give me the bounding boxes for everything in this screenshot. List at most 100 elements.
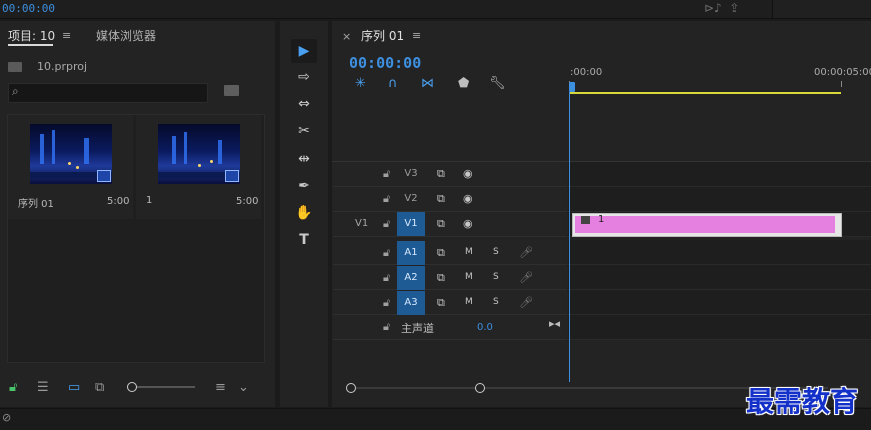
nest-toggle-icon[interactable]: ✳ [355,76,366,91]
lock-icon[interactable]: 🔓︎ [383,320,390,334]
track-lane-a3[interactable] [568,290,871,315]
master-volume-value[interactable]: 0.0 [477,322,493,333]
watermark: 最需教育 [746,385,859,418]
eye-icon[interactable]: ◉ [463,192,473,205]
track-name[interactable]: V1 [397,212,425,236]
search-input[interactable] [8,83,208,103]
new-bin-icon[interactable] [224,85,239,96]
lock-icon[interactable]: 🔓︎ [383,167,390,181]
track-name[interactable]: A2 [397,266,425,290]
playhead-handle[interactable] [569,82,575,92]
track-header-master [333,315,567,340]
tab-project-underline [8,44,53,46]
playhead-line[interactable] [569,92,570,382]
status-bar [0,408,871,430]
lock-icon[interactable]: 🔓︎ [9,380,17,395]
solo-button[interactable]: S [493,272,499,282]
close-icon[interactable]: × [342,30,351,43]
selection-tool-icon[interactable]: ▶ [293,41,315,61]
fx-badge-icon [581,216,590,224]
item-name: 1 [146,195,153,206]
mute-button[interactable]: M [465,297,473,307]
slip-tool-icon[interactable]: ⇹ [293,149,315,169]
solo-button[interactable]: S [493,247,499,257]
timeline-clip-body[interactable] [575,216,835,233]
pen-tool-icon[interactable]: ✒ [293,176,315,196]
clip-badge-icon [225,170,239,182]
search-icon: ⌕ [12,84,19,98]
sync-lock-icon[interactable]: ⧉ [437,192,445,206]
folder-icon [8,62,22,72]
item-duration: 5:00 [236,196,259,207]
sync-lock-icon[interactable]: ⧉ [437,246,445,260]
status-icon: ⊘ [2,411,12,424]
top-timecode: 00:00:00 [2,2,55,15]
hand-tool-icon[interactable]: ✋ [293,203,315,223]
sequence-menu-icon[interactable]: ≡ [412,29,421,42]
track-select-tool-icon[interactable]: ⇨ [293,67,315,87]
track-header-v3 [333,162,567,187]
track-name[interactable]: V2 [397,187,425,211]
lock-icon[interactable]: 🔓︎ [383,296,390,310]
sequence-thumbnail[interactable] [30,124,112,184]
timeline-timecode[interactable]: 00:00:00 [349,54,421,72]
tab-menu-icon[interactable]: ≡ [62,29,71,42]
eye-icon[interactable]: ◉ [463,167,473,180]
razor-tool-icon[interactable]: ✂ [293,121,315,141]
chevron-down-icon[interactable]: ⌄ [238,380,249,395]
track-name[interactable]: V3 [397,162,425,186]
top-toolbar-icons[interactable]: ⊳♪ ⇪ [704,1,739,15]
top-strip [0,0,871,19]
track-name[interactable]: A3 [397,291,425,315]
microphone-icon[interactable]: 🎤︎ [519,296,533,309]
ripple-edit-tool-icon[interactable]: ⇔ [293,94,315,114]
track-lane-a2[interactable] [568,265,871,290]
tab-sequence[interactable]: 序列 01 [361,27,404,44]
sort-icon[interactable]: ≡ [215,380,226,395]
item-duration: 5:00 [107,196,130,207]
lock-icon[interactable]: 🔓︎ [383,246,390,260]
zoom-slider-track[interactable] [131,386,195,388]
ruler-start-label: :00:00 [570,67,603,78]
add-marker-icon[interactable]: ⬟ [458,76,469,91]
type-tool-icon[interactable]: T [293,230,315,250]
linked-selection-icon[interactable]: ⋈ [421,76,434,91]
lock-icon[interactable]: 🔓︎ [383,192,390,206]
eye-icon[interactable]: ◉ [463,217,473,230]
lock-icon[interactable]: 🔓︎ [383,271,390,285]
icon-view-icon[interactable]: ▭ [68,380,80,395]
track-lane-v3[interactable] [568,162,871,187]
solo-button[interactable]: S [493,297,499,307]
list-view-icon[interactable]: ☰ [37,380,49,395]
tab-media-browser[interactable]: 媒体浏览器 [96,27,156,44]
scrollbar-end-handle[interactable] [475,383,485,393]
microphone-icon[interactable]: 🎤︎ [519,271,533,284]
zoom-slider-knob[interactable] [127,382,137,392]
sync-lock-icon[interactable]: ⧉ [437,167,445,181]
sync-lock-icon[interactable]: ⧉ [437,217,445,231]
track-name[interactable]: A1 [397,241,425,265]
snap-magnet-icon[interactable]: ∩ [388,76,398,91]
microphone-icon[interactable]: 🎤︎ [519,246,533,259]
track-lane-v2[interactable] [568,187,871,212]
work-area-bar[interactable] [569,92,841,94]
ruler-tick [841,81,842,87]
lock-icon[interactable]: 🔓︎ [383,217,390,231]
mute-button[interactable]: M [465,272,473,282]
sync-lock-icon[interactable]: ⧉ [437,271,445,285]
clip-thumbnail[interactable] [158,124,240,184]
top-right-panel [772,0,871,18]
tab-project[interactable]: 项目: 10 [8,27,55,44]
master-track-label: 主声道 [401,322,434,335]
wrench-icon[interactable]: 🔧︎ [489,76,506,91]
track-lane-master[interactable] [568,315,871,340]
mute-button[interactable]: M [465,247,473,257]
source-patch-v1[interactable]: V1 [355,218,368,229]
sync-lock-icon[interactable]: ⧉ [437,296,445,310]
scrollbar-start-handle[interactable] [346,383,356,393]
project-file-name: 10.prproj [37,60,88,73]
go-to-edit-point-icon[interactable]: ▸◂ [549,317,560,330]
ruler-end-label: 00:00:05:00 [814,67,871,78]
track-lane-a1[interactable] [568,240,871,265]
freeform-view-icon[interactable]: ⧉ [95,380,104,395]
